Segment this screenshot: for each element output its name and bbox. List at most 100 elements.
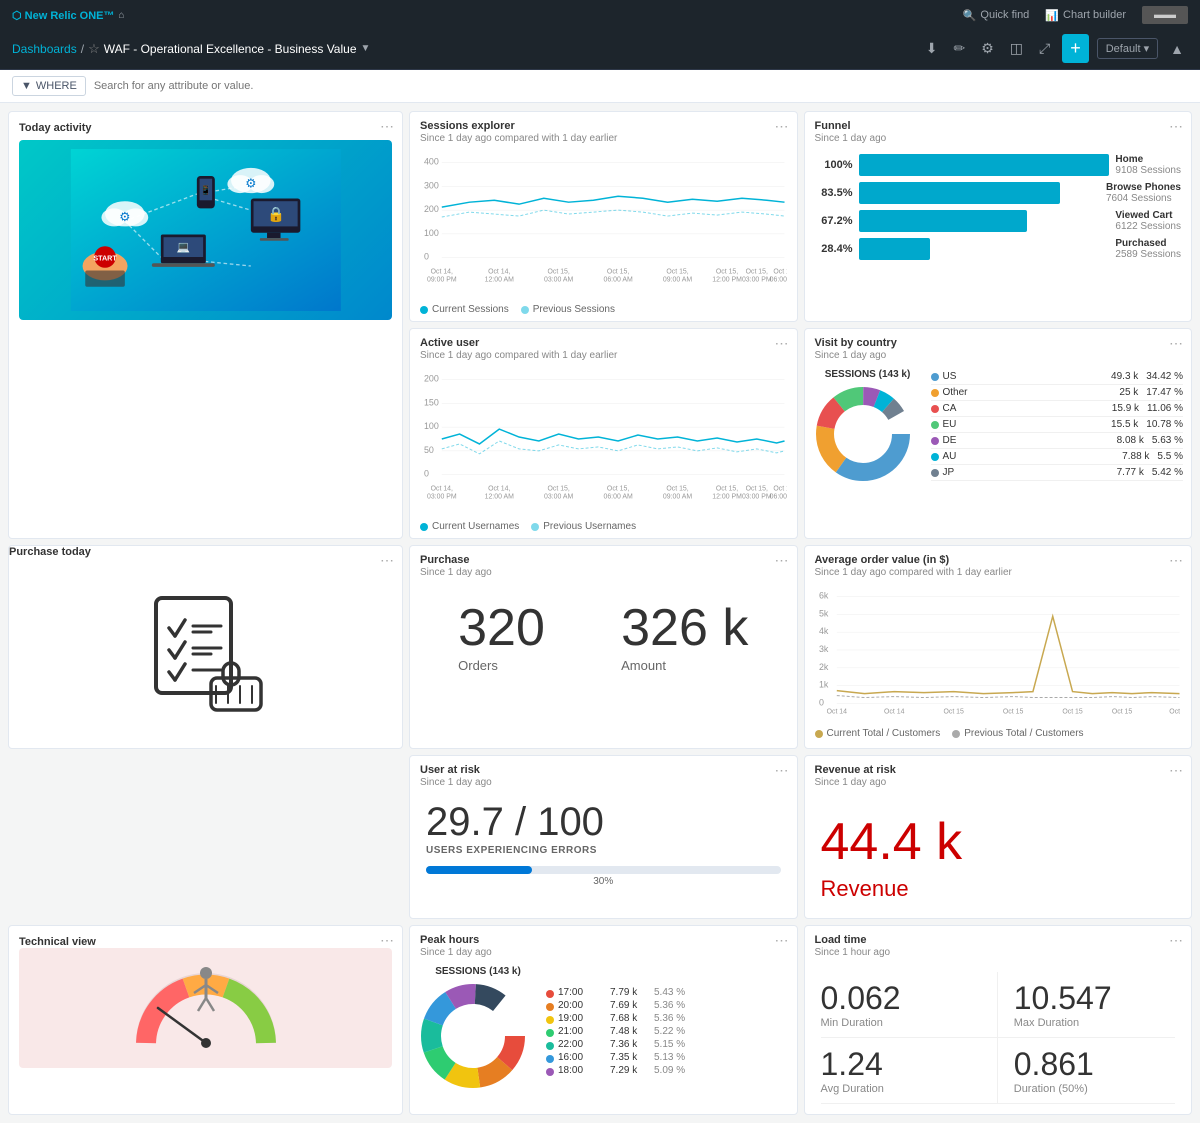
export-button[interactable]: ⬇ <box>922 36 942 61</box>
peak-hours-panel: Peak hours Since 1 day ago ⋯ SESSIONS (1… <box>409 925 798 1115</box>
filter-button[interactable]: ▼ WHERE <box>12 76 86 96</box>
tech-view-menu[interactable]: ⋯ <box>380 932 394 949</box>
today-activity-menu[interactable]: ⋯ <box>380 118 394 135</box>
funnel-title: Funnel <box>815 120 1182 132</box>
peak-sessions-label: SESSIONS (143 k) <box>418 966 538 977</box>
svg-text:Oct 14,: Oct 14, <box>488 269 510 276</box>
sessions-subtitle: Since 1 day ago compared with 1 day earl… <box>420 133 787 144</box>
dashboard-title: WAF - Operational Excellence - Business … <box>104 42 357 56</box>
dropdown-icon[interactable]: ▼ <box>361 43 371 54</box>
purchase-today-menu[interactable]: ⋯ <box>380 552 394 569</box>
svg-text:200: 200 <box>424 204 439 214</box>
add-widget-button[interactable]: + <box>1062 34 1089 63</box>
settings-button[interactable]: ⚙ <box>977 36 998 61</box>
chartbuilder-button[interactable]: 📊 Chart builder <box>1045 9 1126 22</box>
default-dropdown[interactable]: Default ▾ <box>1097 38 1158 59</box>
user-avatar[interactable]: ▬▬ <box>1142 6 1188 24</box>
avg-order-menu[interactable]: ⋯ <box>1169 552 1183 569</box>
svg-text:Oct 14,: Oct 14, <box>431 269 453 276</box>
svg-text:0: 0 <box>818 697 823 707</box>
quickfind-button[interactable]: 🔍 Quick find <box>963 9 1030 22</box>
country-row-ca: CA 15.9 k 11.06 % <box>931 401 1184 417</box>
svg-text:150: 150 <box>424 397 439 407</box>
svg-text:Oct 15: Oct 15 <box>1062 708 1083 715</box>
svg-text:Oct 15,: Oct 15, <box>746 269 768 276</box>
nr-home-icon: ⌂ <box>119 10 125 21</box>
visit-country-subtitle: Since 1 day ago <box>815 350 1182 361</box>
active-user-menu[interactable]: ⋯ <box>775 335 789 352</box>
active-user-header: Active user Since 1 day ago compared wit… <box>410 329 797 365</box>
svg-text:03:00 AM: 03:00 AM <box>544 276 573 283</box>
risk-label: USERS EXPERIENCING ERRORS <box>426 845 781 856</box>
svg-text:Oct 15,: Oct 15, <box>773 486 786 493</box>
load-metrics: 0.062 Min Duration 10.547 Max Duration 1… <box>805 962 1192 1114</box>
load-max-duration: 10.547 Max Duration <box>998 972 1175 1038</box>
nr-logo: ⬡ New Relic ONE™ ⌂ <box>12 9 125 22</box>
active-previous-dot <box>531 523 539 531</box>
chart-icon: 📊 <box>1045 9 1059 22</box>
amount-metric: 326 k Amount <box>621 602 748 673</box>
sessions-legend: Current Sessions Previous Sessions <box>410 300 797 321</box>
svg-text:200: 200 <box>424 374 439 384</box>
svg-text:400: 400 <box>424 157 439 167</box>
svg-text:Oct 14: Oct 14 <box>826 708 847 715</box>
sessions-legend-previous: Previous Sessions <box>521 304 615 315</box>
load-p50-label: Duration (50%) <box>1014 1083 1175 1095</box>
svg-text:START: START <box>93 254 117 263</box>
favorite-icon[interactable]: ☆ <box>88 41 100 57</box>
visit-country-header: Visit by country Since 1 day ago <box>805 329 1192 365</box>
top-bar-left: ⬡ New Relic ONE™ ⌂ <box>12 9 125 22</box>
country-content: SESSIONS (143 k) US <box>805 365 1192 491</box>
active-current-dot <box>420 523 428 531</box>
purchase-metrics: 320 Orders 326 k Amount <box>410 582 797 683</box>
svg-text:12:00 PM: 12:00 PM <box>712 493 742 500</box>
svg-text:12:00 AM: 12:00 AM <box>485 276 514 283</box>
active-user-legend: Current Usernames Previous Usernames <box>410 517 797 538</box>
purchase-today-inner: Purchase today ⋯ <box>9 546 402 748</box>
user-risk-menu[interactable]: ⋯ <box>775 762 789 779</box>
tv-mode-button[interactable]: ◫ <box>1006 36 1027 61</box>
svg-text:5k: 5k <box>818 608 828 618</box>
load-min-duration: 0.062 Min Duration <box>821 972 998 1038</box>
amount-value: 326 k <box>621 602 748 654</box>
edit-button[interactable]: ✏ <box>949 36 969 61</box>
peak-row-2100: 21:00 7.48 k 5.22 % <box>546 1025 685 1038</box>
funnel-subtitle: Since 1 day ago <box>815 133 1182 144</box>
tech-view-image <box>19 948 392 1068</box>
visit-country-menu[interactable]: ⋯ <box>1169 335 1183 352</box>
purchase-menu[interactable]: ⋯ <box>775 552 789 569</box>
funnel-menu[interactable]: ⋯ <box>1169 118 1183 135</box>
svg-text:100: 100 <box>424 228 439 238</box>
breadcrumb-actions: ⬇ ✏ ⚙ ◫ ⤢ + Default ▾ ▲ <box>922 34 1188 63</box>
sessions-menu[interactable]: ⋯ <box>775 118 789 135</box>
svg-text:Oct 15,: Oct 15, <box>548 269 570 276</box>
user-risk-title: User at risk <box>420 764 787 776</box>
svg-text:Oct 15,: Oct 15, <box>548 486 570 493</box>
svg-text:Oct 15: Oct 15 <box>1002 708 1023 715</box>
dashboards-link[interactable]: Dashboards <box>12 42 77 56</box>
collapse-button[interactable]: ▲ <box>1166 37 1188 61</box>
risk-value: 29.7 / 100 <box>426 800 781 845</box>
svg-text:Oct 15,: Oct 15, <box>716 486 738 493</box>
purchase-header: Purchase Since 1 day ago <box>410 546 797 582</box>
country-donut-wrap: SESSIONS (143 k) <box>813 369 923 487</box>
avg-order-legend: Current Total / Customers Previous Total… <box>805 724 1192 745</box>
risk-bar-bg <box>426 866 781 874</box>
sessions-current-dot <box>420 306 428 314</box>
svg-text:03:00 PM: 03:00 PM <box>427 493 457 500</box>
peak-hours-header: Peak hours Since 1 day ago <box>410 926 797 962</box>
load-avg-val: 1.24 <box>821 1046 981 1083</box>
peak-row-2000: 20:00 7.69 k 5.36 % <box>546 999 685 1012</box>
svg-text:Oct 15: Oct 15 <box>1169 708 1181 715</box>
sessions-line-chart: 400 300 200 100 0 Oct 14, 09:00 PM Oct 1… <box>420 152 787 292</box>
activity-image: ⚙ ⚙ 🔒 💻 <box>19 140 392 320</box>
revenue-risk-menu[interactable]: ⋯ <box>1169 762 1183 779</box>
filter-input[interactable] <box>94 80 1188 92</box>
revenue-risk-panel: Revenue at risk Since 1 day ago ⋯ 44.4 k… <box>804 755 1193 919</box>
load-time-menu[interactable]: ⋯ <box>1169 932 1183 949</box>
sessions-label: SESSIONS (143 k) <box>813 369 923 380</box>
risk-bar-fill <box>426 866 532 874</box>
peak-hours-menu[interactable]: ⋯ <box>775 932 789 949</box>
expand-button[interactable]: ⤢ <box>1035 36 1054 61</box>
svg-text:300: 300 <box>424 180 439 190</box>
